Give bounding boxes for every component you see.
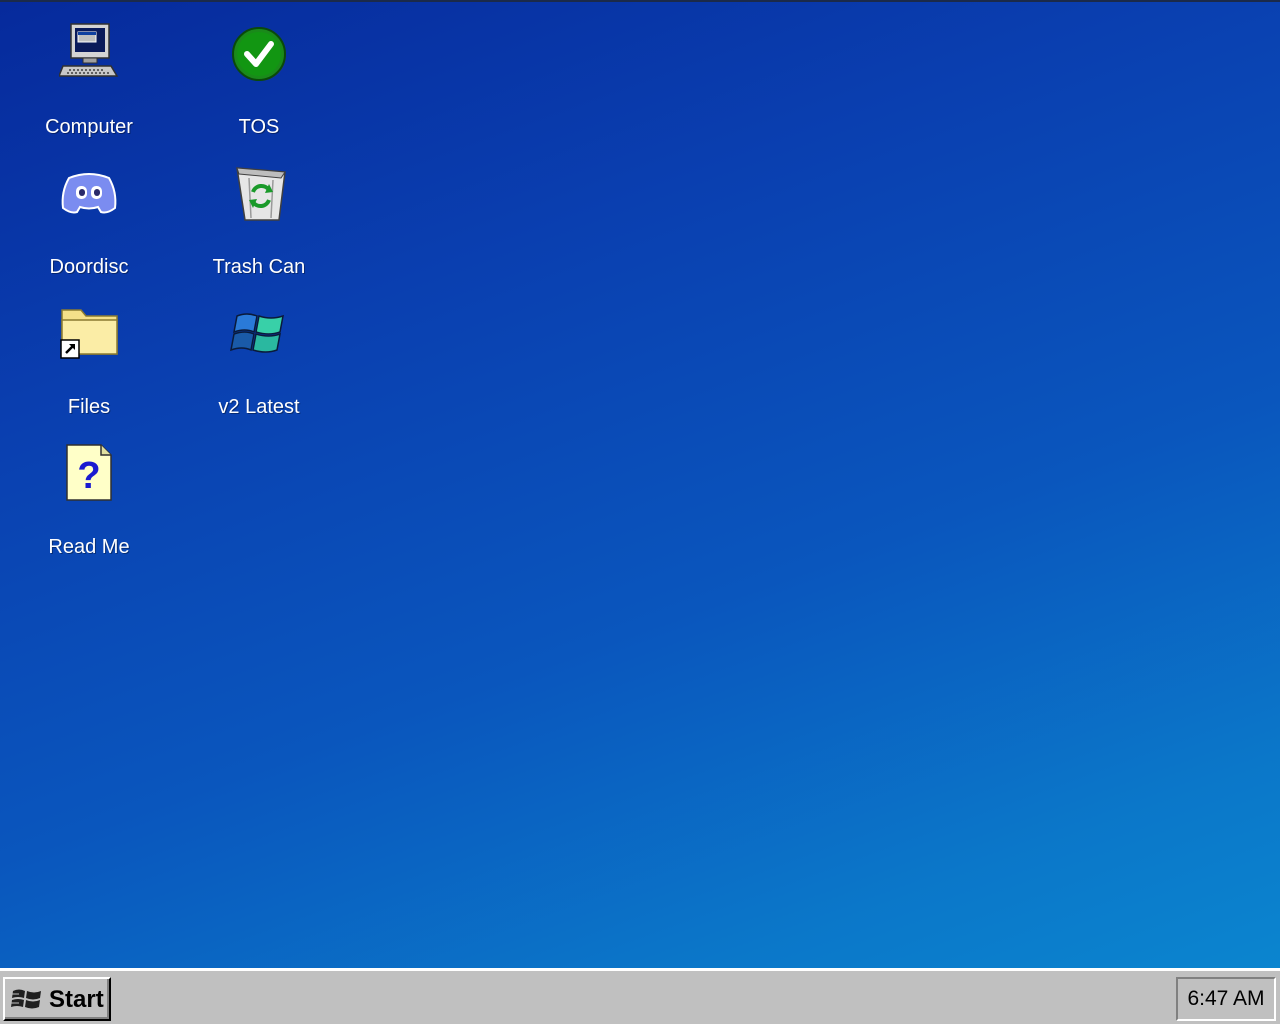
windows-flag-icon (11, 985, 45, 1013)
computer-icon (59, 22, 119, 82)
desktop-icon-doordisc[interactable]: Doordisc (19, 162, 159, 282)
windows-logo-icon (229, 302, 289, 362)
desktop-icon-trash-can[interactable]: Trash Can (189, 162, 329, 282)
desktop-icon-computer[interactable]: Computer (19, 22, 159, 142)
discord-controller-icon (59, 162, 119, 222)
folder-shortcut-icon (59, 302, 119, 362)
desktop-icon-files[interactable]: Files (19, 302, 159, 422)
start-label: Start (49, 986, 104, 1013)
desktop-icon-label: Doordisc (49, 256, 129, 278)
recycle-bin-icon (229, 162, 289, 222)
help-document-icon: ? (59, 442, 119, 502)
desktop-icon-v2-latest[interactable]: v2 Latest (189, 302, 329, 422)
desktop-icon-label: Trash Can (212, 256, 306, 278)
desktop: Computer TOS Doordisc Trash Can Files v2… (0, 0, 1280, 968)
svg-text:?: ? (77, 455, 100, 497)
desktop-icon-label: Read Me (48, 536, 130, 558)
desktop-icon-label: v2 Latest (218, 396, 300, 418)
desktop-icon-label: Files (67, 396, 111, 418)
desktop-icon-label: Computer (45, 116, 133, 138)
desktop-icon-label: TOS (238, 116, 280, 138)
desktop-icon-read-me[interactable]: ? Read Me (19, 442, 159, 562)
desktop-icon-tos[interactable]: TOS (189, 22, 329, 142)
taskbar: Start 6:47 AM (0, 968, 1280, 1024)
tray-clock[interactable]: 6:47 AM (1176, 977, 1276, 1021)
green-checkmark-icon (229, 22, 289, 82)
start-button[interactable]: Start (3, 977, 111, 1021)
